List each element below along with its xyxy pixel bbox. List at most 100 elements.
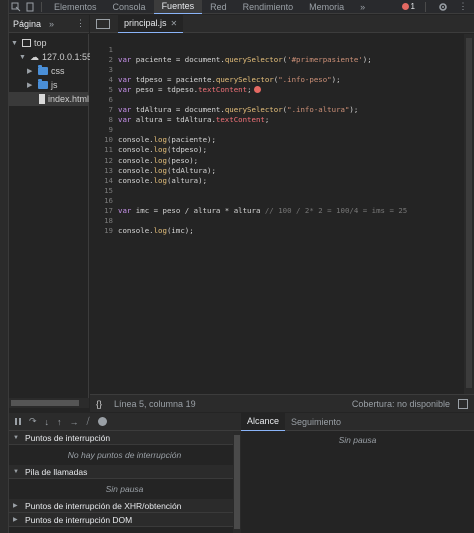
code-line[interactable]: 17 var imc = peso / altura * altura // 10… bbox=[90, 206, 464, 216]
more-tabs-button[interactable]: » bbox=[352, 0, 373, 14]
line-text: console.log(tdpeso); bbox=[118, 145, 207, 154]
line-number[interactable]: 4 bbox=[90, 75, 118, 84]
line-number[interactable]: 1 bbox=[90, 45, 118, 54]
tab-alcance[interactable]: Alcance bbox=[241, 412, 286, 431]
scrollbar-thumb[interactable] bbox=[466, 38, 472, 388]
line-number[interactable]: 8 bbox=[90, 115, 118, 124]
code-line[interactable]: 15 bbox=[90, 185, 464, 195]
code-line[interactable]: 5 var peso = tdpeso.textContent; bbox=[90, 84, 464, 94]
code-line[interactable]: 12 console.log(peso); bbox=[90, 155, 464, 165]
device-toolbar-icon[interactable] bbox=[23, 0, 37, 14]
navigator-horizontal-scrollbar[interactable] bbox=[9, 398, 89, 408]
inline-error-icon[interactable] bbox=[253, 85, 261, 93]
code-line[interactable]: 2 var paciente = document.querySelector('… bbox=[90, 54, 464, 64]
tab-consola[interactable]: Consola bbox=[105, 0, 154, 14]
pause-on-exceptions-icon[interactable] bbox=[97, 417, 107, 426]
error-icon bbox=[401, 3, 409, 10]
line-number[interactable]: 18 bbox=[90, 216, 118, 225]
code-line[interactable]: 1 bbox=[90, 44, 464, 54]
code-token: console. bbox=[118, 145, 154, 155]
code-line[interactable]: 9 bbox=[90, 125, 464, 135]
line-number[interactable]: 10 bbox=[90, 135, 118, 144]
step-into-icon[interactable]: ↓ bbox=[45, 417, 50, 427]
tab-seguimiento[interactable]: Seguimiento bbox=[285, 413, 347, 431]
sections-vertical-scrollbar[interactable] bbox=[233, 431, 241, 533]
editor-tab-principal-js[interactable]: principal.js ✕ bbox=[118, 14, 184, 33]
section-call-stack-header[interactable]: ▼ Pila de llamadas bbox=[9, 465, 240, 479]
section-xhr-breakpoints-header[interactable]: ▶ Puntos de interrupción de XHR/obtenció… bbox=[9, 499, 240, 513]
code-line[interactable]: 3 bbox=[90, 64, 464, 74]
line-number[interactable]: 15 bbox=[90, 186, 118, 195]
tree-label-js: js bbox=[51, 80, 58, 90]
code-token: ".info-altura" bbox=[287, 105, 350, 115]
navigator-more-button[interactable]: » bbox=[49, 19, 54, 29]
line-number[interactable]: 7 bbox=[90, 105, 118, 114]
tree-item-index-html[interactable]: index.html bbox=[9, 92, 89, 106]
code-token: (imc); bbox=[166, 226, 194, 236]
inspect-element-icon[interactable] bbox=[9, 0, 23, 14]
step-out-icon[interactable]: ↑ bbox=[57, 417, 62, 427]
line-number[interactable]: 13 bbox=[90, 166, 118, 175]
settings-gear-icon[interactable] bbox=[436, 0, 450, 14]
line-text: var tdAltura = document.querySelector(".… bbox=[118, 105, 358, 114]
pause-icon[interactable] bbox=[15, 418, 21, 425]
scrollbar-thumb[interactable] bbox=[11, 400, 79, 406]
navigator-header: Página » ⋮ bbox=[9, 15, 89, 33]
code-token: (tdAltura); bbox=[166, 165, 216, 175]
step-icon[interactable]: → bbox=[70, 417, 79, 427]
code-line[interactable]: 18 bbox=[90, 216, 464, 226]
section-breakpoints-header[interactable]: ▼ Puntos de interrupción bbox=[9, 431, 240, 445]
tab-fuentes[interactable]: Fuentes bbox=[153, 0, 203, 14]
code-line[interactable]: 4 var tdpeso = paciente.querySelector(".i… bbox=[90, 74, 464, 84]
tree-item-host[interactable]: ▼ ☁ 127.0.0.1:55C bbox=[19, 50, 99, 64]
step-over-icon[interactable]: ↷ bbox=[29, 416, 37, 427]
call-stack-empty-text: Sin pausa bbox=[105, 484, 144, 494]
tab-memoria[interactable]: Memoria bbox=[301, 0, 352, 14]
toggle-debugger-icon[interactable] bbox=[458, 398, 468, 409]
toggle-navigator-icon[interactable] bbox=[96, 18, 110, 29]
line-number[interactable]: 2 bbox=[90, 55, 118, 64]
line-number[interactable]: 16 bbox=[90, 196, 118, 205]
line-number[interactable]: 6 bbox=[90, 95, 118, 104]
code-token: console. bbox=[118, 226, 154, 236]
section-dom-breakpoints-header[interactable]: ▶ Puntos de interrupción DOM bbox=[9, 513, 240, 527]
scrollbar-thumb[interactable] bbox=[234, 435, 240, 529]
toolbar-right: 1 ⋮ bbox=[401, 0, 474, 14]
code-line[interactable]: 16 bbox=[90, 195, 464, 205]
line-number[interactable]: 17 bbox=[90, 206, 118, 215]
code-token: '#primerpasiente' bbox=[287, 54, 363, 64]
code-line[interactable]: 10 console.log(paciente); bbox=[90, 135, 464, 145]
code-line[interactable]: 11 console.log(tdpeso); bbox=[90, 145, 464, 155]
line-number[interactable]: 3 bbox=[90, 65, 118, 74]
line-number[interactable]: 9 bbox=[90, 125, 118, 134]
code-line[interactable]: 19 console.log(imc); bbox=[90, 226, 464, 236]
code-line[interactable]: 13 console.log(tdAltura); bbox=[90, 165, 464, 175]
line-number[interactable]: 19 bbox=[90, 226, 118, 235]
code-editor[interactable]: 1 2 var paciente = document.querySelector(… bbox=[90, 34, 474, 394]
devtools-toolbar: Elementos Consola Fuentes Red Rendimient… bbox=[9, 0, 474, 14]
line-text: var imc = peso / altura * altura // 100 … bbox=[118, 206, 407, 215]
code-line[interactable]: 14 console.log(altura); bbox=[90, 175, 464, 185]
tree-item-top[interactable]: ▼ top bbox=[11, 36, 47, 50]
tab-pagina[interactable]: Página bbox=[13, 19, 41, 29]
editor-vertical-scrollbar[interactable] bbox=[464, 34, 474, 394]
tree-item-js[interactable]: ▶ js bbox=[27, 78, 58, 92]
error-counter[interactable]: 1 bbox=[401, 2, 415, 11]
code-line[interactable]: 7 var tdAltura = document.querySelector("… bbox=[90, 105, 464, 115]
navigator-kebab-icon[interactable]: ⋮ bbox=[76, 18, 85, 29]
line-number[interactable]: 14 bbox=[90, 176, 118, 185]
kebab-menu-icon[interactable]: ⋮ bbox=[456, 0, 470, 14]
tab-red[interactable]: Red bbox=[202, 0, 235, 14]
pretty-print-button[interactable]: {} bbox=[96, 399, 102, 409]
line-number[interactable]: 11 bbox=[90, 145, 118, 154]
tab-elementos[interactable]: Elementos bbox=[46, 0, 105, 14]
line-number[interactable]: 12 bbox=[90, 156, 118, 165]
code-line[interactable]: 6 bbox=[90, 94, 464, 104]
deactivate-breakpoints-icon[interactable]: ⧸ bbox=[87, 416, 90, 427]
code-line[interactable]: 8 var altura = tdAltura.textContent; bbox=[90, 115, 464, 125]
tree-item-css[interactable]: ▶ css bbox=[27, 64, 65, 78]
folder-icon bbox=[38, 65, 48, 75]
tab-rendimiento[interactable]: Rendimiento bbox=[235, 0, 302, 14]
close-icon[interactable]: ✕ bbox=[171, 19, 178, 28]
line-number[interactable]: 5 bbox=[90, 85, 118, 94]
